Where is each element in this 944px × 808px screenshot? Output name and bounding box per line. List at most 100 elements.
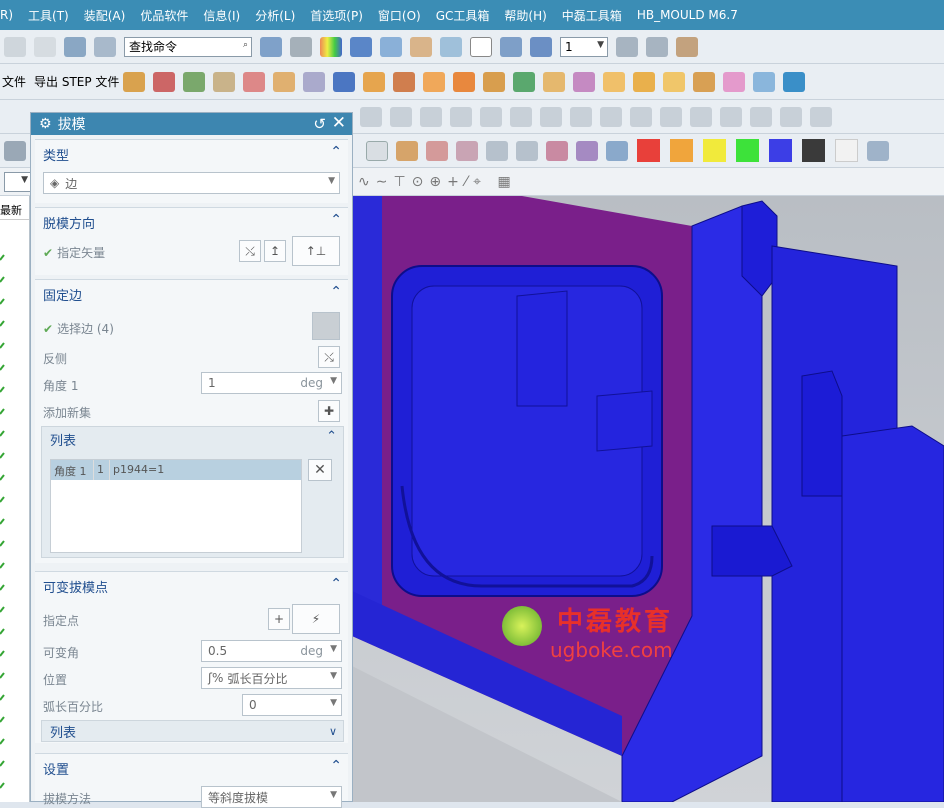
- select-edge-row[interactable]: ✔ 选择边 (4): [43, 320, 114, 337]
- color-icon[interactable]: [320, 36, 342, 57]
- menu-youpin[interactable]: 优品软件: [140, 7, 188, 24]
- move-icon[interactable]: [530, 36, 552, 57]
- law-curve-icon[interactable]: [426, 140, 448, 161]
- chevron-up-icon[interactable]: ⌃: [330, 284, 342, 300]
- box-icon[interactable]: [543, 71, 566, 92]
- cylinder-icon[interactable]: [303, 71, 326, 92]
- split-icon[interactable]: [333, 71, 356, 92]
- bridge-icon[interactable]: [600, 106, 622, 127]
- dots-icon[interactable]: [453, 71, 476, 92]
- delete-icon[interactable]: ✕: [308, 459, 332, 481]
- orient-icon[interactable]: [500, 36, 522, 57]
- graphics-viewport[interactable]: 中磊教育 ugboke.com: [352, 196, 944, 802]
- arc-percent-input[interactable]: 0 ▼: [242, 694, 342, 716]
- draft-method-select[interactable]: 等斜度拔模 ▼: [201, 786, 342, 808]
- table-row[interactable]: 角度 1 1 p1944=1: [51, 460, 301, 480]
- color-swatch-green[interactable]: [736, 139, 759, 162]
- offset-icon[interactable]: [573, 71, 596, 92]
- list-header[interactable]: 列表 ⌃: [42, 427, 343, 451]
- wireframe-icon[interactable]: [380, 36, 402, 57]
- reverse-side-icon[interactable]: ⤯: [318, 346, 340, 368]
- menu-window[interactable]: 窗口(O): [378, 7, 421, 24]
- position-select[interactable]: ʃ% 弧长百分比 ▼: [201, 667, 342, 689]
- export-step-label[interactable]: 导出 STEP 文件: [34, 73, 119, 90]
- chevron-up-icon[interactable]: ⌃: [330, 144, 342, 160]
- chevron-up-icon[interactable]: ⌃: [330, 758, 342, 774]
- color-swatch-blue[interactable]: [769, 139, 792, 162]
- magnet-icon[interactable]: [153, 71, 176, 92]
- menu-preferences[interactable]: 首选项(P): [310, 7, 363, 24]
- snap-point-icons[interactable]: ∿∼⊤⊙⊕+⁄⌖ ▦: [358, 174, 517, 190]
- line-icon[interactable]: [420, 106, 442, 127]
- type-select[interactable]: ◈ 边 ▼: [43, 172, 340, 194]
- command-search-input[interactable]: 查找命令 ⌕: [124, 36, 252, 57]
- fillet-icon[interactable]: [480, 106, 502, 127]
- shell-icon[interactable]: [603, 71, 626, 92]
- menu-hb-mould[interactable]: HB_MOULD M6.7: [637, 8, 738, 22]
- surface-icon[interactable]: [213, 71, 236, 92]
- menu-gc-toolbox[interactable]: GC工具箱: [436, 7, 490, 24]
- select-edge-cube-icon[interactable]: [312, 312, 340, 340]
- specify-vector-row[interactable]: ✔ 指定矢量: [43, 244, 105, 261]
- book-icon[interactable]: [123, 71, 146, 92]
- curve-icon[interactable]: [390, 106, 412, 127]
- clip-icon[interactable]: [440, 36, 462, 57]
- settings-section-header[interactable]: 设置 ⌃: [35, 754, 348, 782]
- pattern-icon[interactable]: [423, 71, 446, 92]
- sphere-icon[interactable]: [753, 71, 776, 92]
- vector-dialog-icon[interactable]: ↥: [264, 240, 286, 262]
- angle-input[interactable]: 1 deg ▼: [201, 372, 342, 394]
- frame-icon[interactable]: [867, 140, 889, 161]
- point-type-select[interactable]: ⚡: [292, 604, 340, 634]
- filter-select[interactable]: ▼: [4, 171, 32, 192]
- layer-settings-icon[interactable]: [616, 36, 638, 57]
- variable-list-header[interactable]: 列表 ∨: [41, 720, 344, 742]
- trim-curve-icon[interactable]: [510, 106, 532, 127]
- close-icon[interactable]: ✕: [332, 113, 346, 133]
- wrench-icon[interactable]: [4, 140, 26, 161]
- redo-icon[interactable]: [34, 36, 56, 57]
- type-section-header[interactable]: 类型 ⌃: [35, 140, 348, 168]
- shaded-icon[interactable]: [350, 36, 372, 57]
- project-icon[interactable]: [570, 106, 592, 127]
- chevron-down-icon[interactable]: ∨: [329, 725, 337, 738]
- tools-icon[interactable]: [64, 36, 86, 57]
- menu-info[interactable]: 信息(I): [203, 7, 240, 24]
- color-swatch-red[interactable]: [637, 139, 660, 162]
- solid-icon[interactable]: [633, 71, 656, 92]
- extend-icon[interactable]: [660, 106, 682, 127]
- join-icon[interactable]: [576, 140, 598, 161]
- extrude-icon[interactable]: [273, 71, 296, 92]
- info-icon[interactable]: [94, 36, 116, 57]
- view-fit-icon[interactable]: [260, 36, 282, 57]
- block-icon[interactable]: [663, 71, 686, 92]
- fixed-edge-section-header[interactable]: 固定边 ⌃: [35, 280, 348, 308]
- sheet-icon[interactable]: [183, 71, 206, 92]
- trim-icon[interactable]: [693, 71, 716, 92]
- convert-icon[interactable]: [606, 140, 628, 161]
- stack-icon[interactable]: [393, 71, 416, 92]
- background-icon[interactable]: [470, 36, 492, 57]
- offset-curve-icon[interactable]: [540, 106, 562, 127]
- divide-icon[interactable]: [630, 106, 652, 127]
- menu-assembly[interactable]: 装配(A): [84, 7, 126, 24]
- undo-icon[interactable]: [4, 36, 26, 57]
- spline-icon[interactable]: [396, 140, 418, 161]
- mirror-icon[interactable]: [546, 140, 568, 161]
- color-swatch-black[interactable]: [802, 139, 825, 162]
- color-swatch-orange[interactable]: [670, 139, 693, 162]
- direction-section-header[interactable]: 脱模方向 ⌃: [35, 208, 348, 236]
- import-label[interactable]: 文件: [2, 73, 26, 90]
- chevron-up-icon[interactable]: ⌃: [330, 212, 342, 228]
- variable-draft-section-header[interactable]: 可变拔模点 ⌃: [35, 572, 348, 600]
- cube-icon[interactable]: [363, 71, 386, 92]
- menu-tools[interactable]: 工具(T): [28, 7, 69, 24]
- render-style-icon[interactable]: [290, 36, 312, 57]
- dimension-icon[interactable]: [720, 106, 742, 127]
- menu-analysis[interactable]: 分析(L): [255, 7, 295, 24]
- menu-zhonglei-toolbox[interactable]: 中磊工具箱: [562, 7, 622, 24]
- variable-angle-input[interactable]: 0.5 deg ▼: [201, 640, 342, 662]
- layer-select[interactable]: 1 ▼: [560, 36, 608, 57]
- section-icon[interactable]: [410, 36, 432, 57]
- angle-icon[interactable]: [750, 106, 772, 127]
